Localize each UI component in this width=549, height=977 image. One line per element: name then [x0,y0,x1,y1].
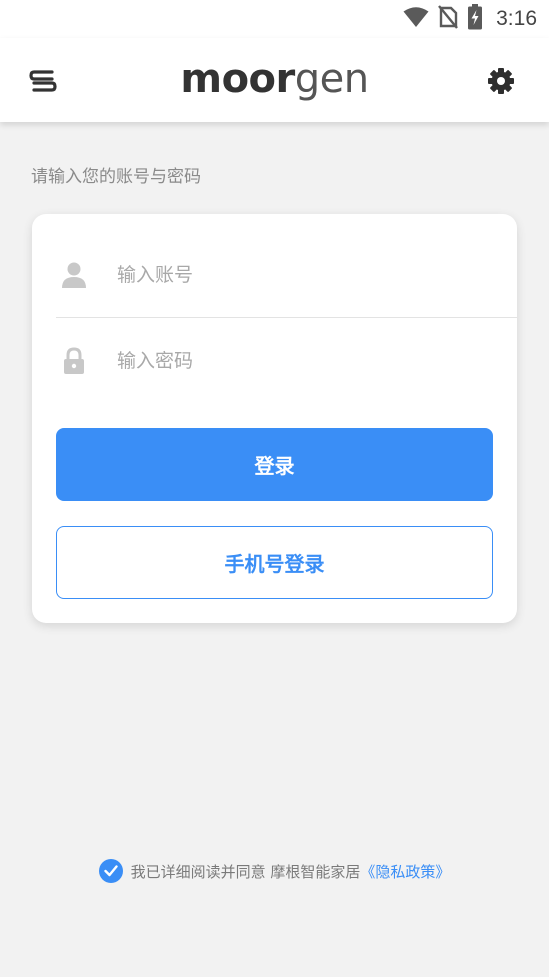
status-time: 3:16 [496,7,537,30]
settings-button[interactable] [487,67,515,95]
status-icons: 3:16 [403,4,537,34]
phone-login-button[interactable]: 手机号登录 [56,526,493,599]
wifi-icon [403,6,429,32]
login-button[interactable]: 登录 [56,428,493,501]
user-icon [56,257,92,293]
password-input[interactable] [117,350,457,372]
check-icon [103,865,118,877]
menu-icon [29,70,57,92]
login-card: 登录 手机号登录 [32,214,517,623]
account-input[interactable] [117,263,457,286]
agreement-row: 我已详细阅读并同意 摩根智能家居 《隐私政策》 [0,859,549,883]
agreement-text: 我已详细阅读并同意 摩根智能家居 [130,862,361,881]
app-logo: moorgen [180,54,369,104]
no-sim-icon [438,5,459,33]
app-bar: moorgen [0,38,549,122]
gear-icon [488,68,514,94]
logo-bold-text: moor [180,56,295,102]
privacy-policy-link[interactable]: 《隐私政策》 [360,861,450,882]
lock-icon [56,343,92,379]
password-field [56,318,517,404]
login-instruction: 请输入您的账号与密码 [31,167,201,187]
account-field [56,232,517,318]
agreement-checkbox[interactable] [98,859,123,883]
logo-light-text: gen [294,56,369,102]
menu-button[interactable] [28,66,58,96]
status-bar: 3:16 [0,0,549,38]
battery-charging-icon [467,4,483,34]
